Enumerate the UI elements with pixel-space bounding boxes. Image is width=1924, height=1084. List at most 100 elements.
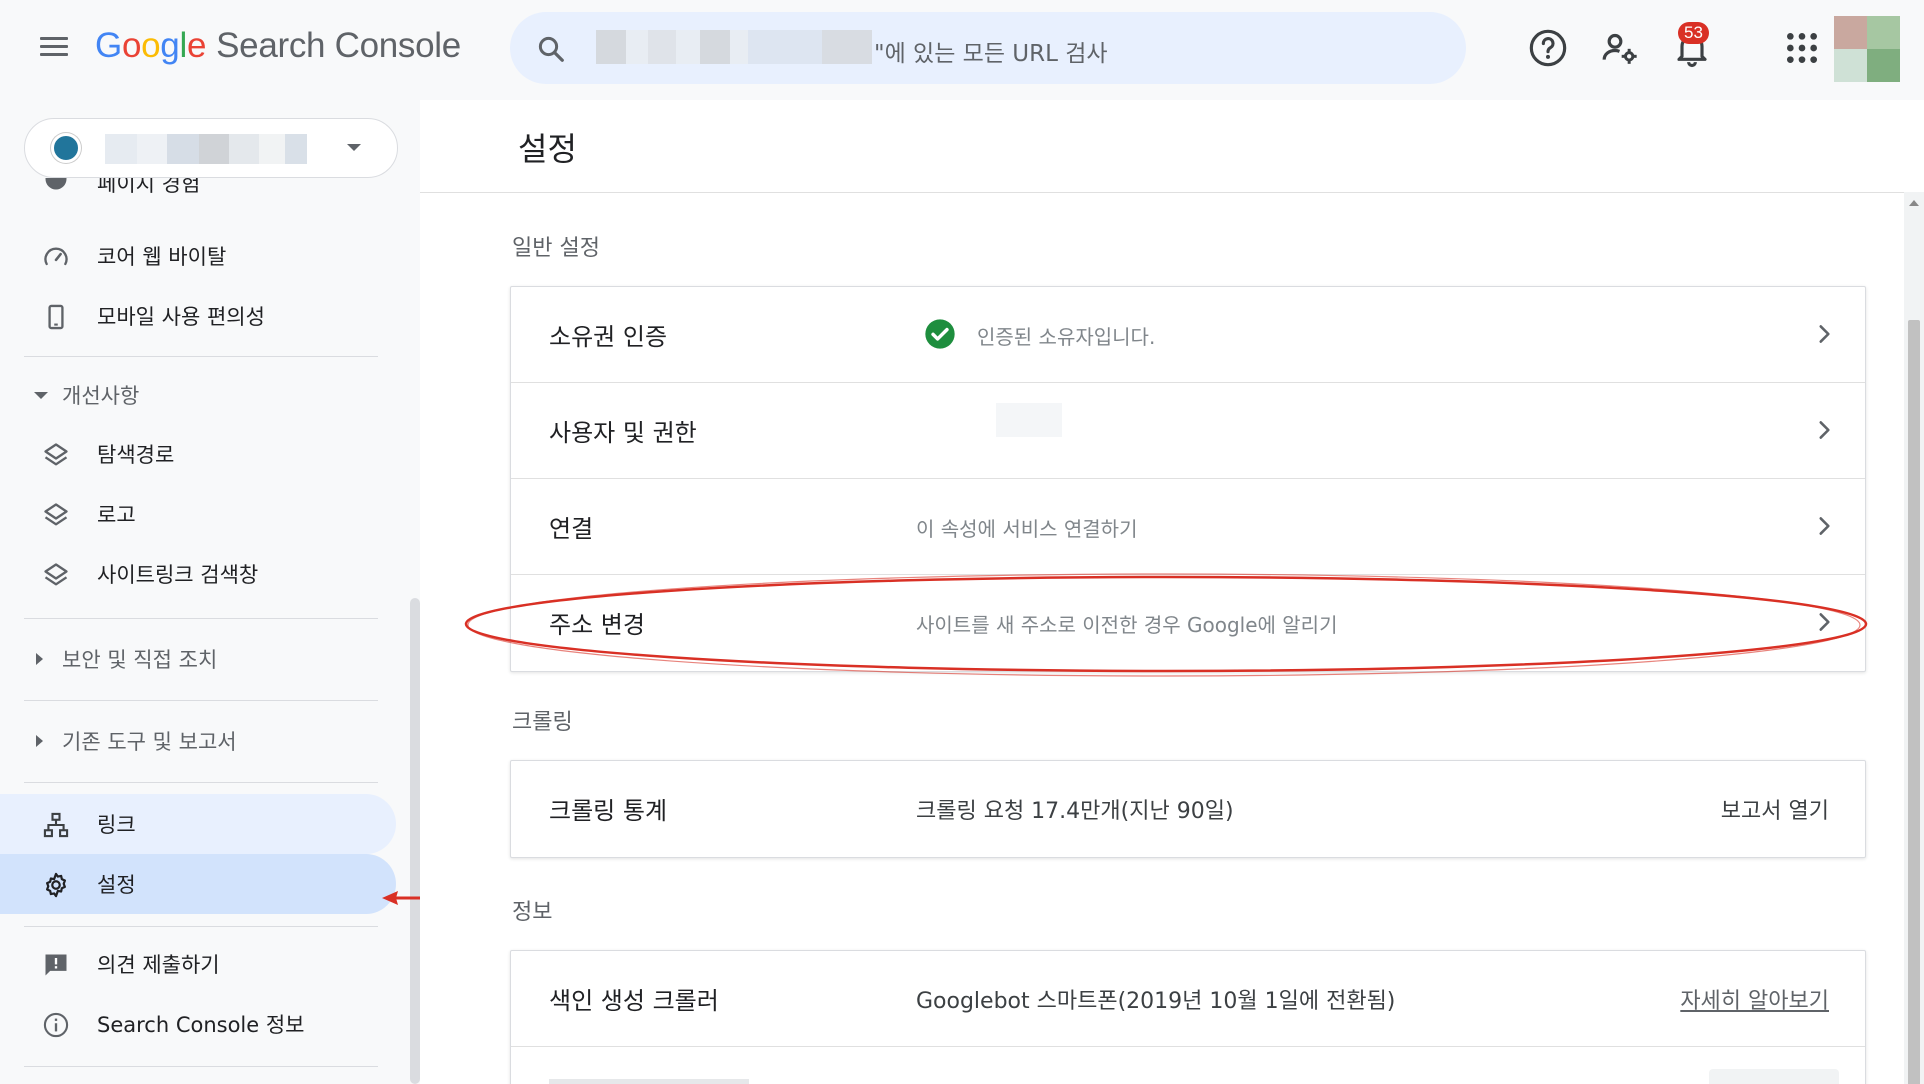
speedometer-icon bbox=[44, 247, 68, 266]
logo-letter: o bbox=[121, 26, 142, 65]
row-users-permissions[interactable]: 사용자 및 권한 bbox=[511, 383, 1865, 479]
sidebar-item-feedback[interactable]: 의견 제출하기 bbox=[0, 934, 396, 994]
sidebar-item-label: 모바일 사용 편의성 bbox=[97, 305, 265, 329]
row-value: 사이트를 새 주소로 이전한 경우 Google에 알리기 bbox=[916, 613, 1338, 637]
sidebar-item-label: 코어 웹 바이탈 bbox=[97, 245, 227, 269]
caret-right-icon bbox=[36, 735, 43, 747]
section-label: 보안 및 직접 조치 bbox=[62, 648, 218, 672]
redacted-property bbox=[105, 134, 307, 164]
notification-badge: 53 bbox=[1678, 22, 1709, 44]
page-experience-icon bbox=[45, 178, 67, 190]
page-title: 설정 bbox=[518, 130, 577, 168]
logo-letter: e bbox=[186, 26, 207, 65]
navigation-sidebar: 페이지 경험 코어 웹 바이탈 모바일 사용 편의성 개선사항 탐색경로 로고 … bbox=[0, 100, 420, 1084]
section-label: 개선사항 bbox=[62, 384, 140, 408]
admin-settings-icon[interactable] bbox=[1600, 28, 1640, 68]
sidebar-item-label: 탐색경로 bbox=[97, 443, 175, 467]
gear-icon bbox=[46, 872, 66, 898]
sidebar-item-core-web-vitals[interactable]: 코어 웹 바이탈 bbox=[0, 226, 396, 286]
row-label: 크롤링 통계 bbox=[549, 797, 668, 825]
sidebar-item-about[interactable]: Search Console 정보 bbox=[0, 994, 396, 1054]
main-scrollbar[interactable] bbox=[1904, 192, 1924, 1084]
sidebar-divider bbox=[24, 782, 378, 783]
sidebar-item-sitelinks-searchbox[interactable]: 사이트링크 검색창 bbox=[0, 544, 396, 604]
layers-icon bbox=[44, 443, 68, 466]
section-legacy-tools[interactable]: 기존 도구 및 보고서 bbox=[0, 716, 396, 766]
crawling-card: 크롤링 통계 크롤링 요청 17.4만개(지난 90일) 보고서 열기 bbox=[510, 760, 1866, 858]
title-divider bbox=[420, 192, 1904, 193]
account-avatar[interactable] bbox=[1834, 16, 1900, 82]
open-report-link[interactable]: 보고서 열기 bbox=[1721, 793, 1829, 825]
info-card: 색인 생성 크롤러 Googlebot 스마트폰(2019년 10월 1일에 전… bbox=[510, 950, 1866, 1084]
chevron-right-icon[interactable] bbox=[1811, 609, 1837, 635]
logo-letter: g bbox=[160, 26, 180, 65]
row-ownership-verification[interactable]: 소유권 인증 인증된 소유자입니다. bbox=[511, 287, 1865, 383]
logo-letter: G bbox=[95, 26, 122, 65]
row-value: 크롤링 요청 17.4만개(지난 90일) bbox=[916, 799, 1234, 824]
sidebar-divider bbox=[24, 926, 378, 927]
sidebar-scrollbar[interactable] bbox=[410, 598, 420, 1084]
verified-check-icon bbox=[925, 319, 955, 349]
info-icon bbox=[43, 1012, 69, 1038]
layers-icon bbox=[44, 563, 68, 586]
chevron-down-icon[interactable] bbox=[347, 144, 361, 151]
general-settings-card: 소유권 인증 인증된 소유자입니다. 사용자 및 권한 연결 이 속성에 서비스… bbox=[510, 286, 1866, 672]
redacted-value bbox=[996, 403, 1062, 437]
row-associations[interactable]: 연결 이 속성에 서비스 연결하기 bbox=[511, 479, 1865, 575]
section-security[interactable]: 보안 및 직접 조치 bbox=[0, 634, 396, 684]
sidebar-item-label: 페이지 경험 bbox=[97, 178, 201, 196]
search-icon[interactable] bbox=[536, 34, 566, 64]
sidebar-item-label: 링크 bbox=[97, 813, 136, 837]
row-crawl-stats[interactable]: 크롤링 통계 크롤링 요청 17.4만개(지난 90일) 보고서 열기 bbox=[511, 761, 1865, 857]
help-icon[interactable] bbox=[1528, 28, 1568, 68]
sidebar-item-mobile-usability[interactable]: 모바일 사용 편의성 bbox=[0, 286, 396, 346]
wordpress-icon bbox=[51, 133, 81, 163]
logo-letter: o bbox=[141, 26, 161, 65]
sidebar-item-breadcrumbs[interactable]: 탐색경로 bbox=[0, 424, 396, 484]
search-placeholder[interactable]: "에 있는 모든 URL 검사 bbox=[874, 34, 1108, 68]
scrollbar-thumb[interactable] bbox=[1908, 320, 1920, 1084]
row-label: 소유권 인증 bbox=[549, 323, 668, 351]
sidebar-item-links[interactable]: 링크 bbox=[0, 794, 396, 854]
sidebar-item-label: Search Console 정보 bbox=[97, 1013, 305, 1037]
logo-letter: l bbox=[179, 26, 187, 65]
menu-icon[interactable] bbox=[36, 32, 72, 68]
chevron-right-icon[interactable] bbox=[1811, 321, 1837, 347]
row-change-of-address[interactable]: 주소 변경 사이트를 새 주소로 이전한 경우 Google에 알리기 bbox=[511, 575, 1865, 671]
group-title-crawling: 크롤링 bbox=[512, 710, 573, 735]
row-value: 이 속성에 서비스 연결하기 bbox=[916, 517, 1138, 541]
group-title-about: 정보 bbox=[512, 900, 553, 925]
partially-visible-label bbox=[549, 1079, 749, 1084]
product-name: Search Console bbox=[216, 26, 461, 65]
property-selector[interactable] bbox=[24, 118, 398, 178]
row-label: 사용자 및 권한 bbox=[549, 419, 697, 447]
learn-more-link[interactable]: 자세히 알아보기 bbox=[1680, 983, 1829, 1015]
row-partial-hidden bbox=[511, 1047, 1865, 1084]
row-label: 색인 생성 크롤러 bbox=[549, 987, 719, 1015]
sidebar-divider bbox=[24, 356, 378, 357]
sidebar-item-settings[interactable]: 설정 bbox=[0, 854, 396, 914]
layers-icon bbox=[44, 503, 68, 526]
sidebar-item-label: 로고 bbox=[97, 503, 136, 527]
apps-grid-icon[interactable] bbox=[1782, 28, 1822, 68]
sidebar-item-logo[interactable]: 로고 bbox=[0, 484, 396, 544]
chevron-right-icon[interactable] bbox=[1811, 417, 1837, 443]
section-improvements[interactable]: 개선사항 bbox=[0, 370, 396, 420]
sidebar-item-label: 의견 제출하기 bbox=[97, 953, 220, 977]
sidebar-divider bbox=[24, 1066, 378, 1067]
row-indexing-crawler[interactable]: 색인 생성 크롤러 Googlebot 스마트폰(2019년 10월 1일에 전… bbox=[511, 951, 1865, 1047]
redacted-domain bbox=[596, 30, 872, 64]
sidebar-divider bbox=[24, 618, 378, 619]
section-label: 기존 도구 및 보고서 bbox=[62, 730, 237, 754]
scroll-up-icon[interactable] bbox=[1909, 200, 1919, 206]
partially-visible-button bbox=[1709, 1069, 1839, 1084]
sidebar-item-page-experience[interactable]: 페이지 경험 bbox=[0, 178, 396, 208]
feedback-icon bbox=[45, 954, 67, 976]
app-logo[interactable]: Google Search Console bbox=[95, 26, 461, 66]
sidebar-item-label: 설정 bbox=[97, 873, 136, 897]
sidebar-divider bbox=[24, 700, 378, 701]
url-inspect-search[interactable]: "에 있는 모든 URL 검사 bbox=[510, 12, 1466, 84]
chevron-right-icon[interactable] bbox=[1811, 513, 1837, 539]
group-title-general: 일반 설정 bbox=[512, 236, 600, 261]
row-label: 주소 변경 bbox=[549, 611, 645, 639]
